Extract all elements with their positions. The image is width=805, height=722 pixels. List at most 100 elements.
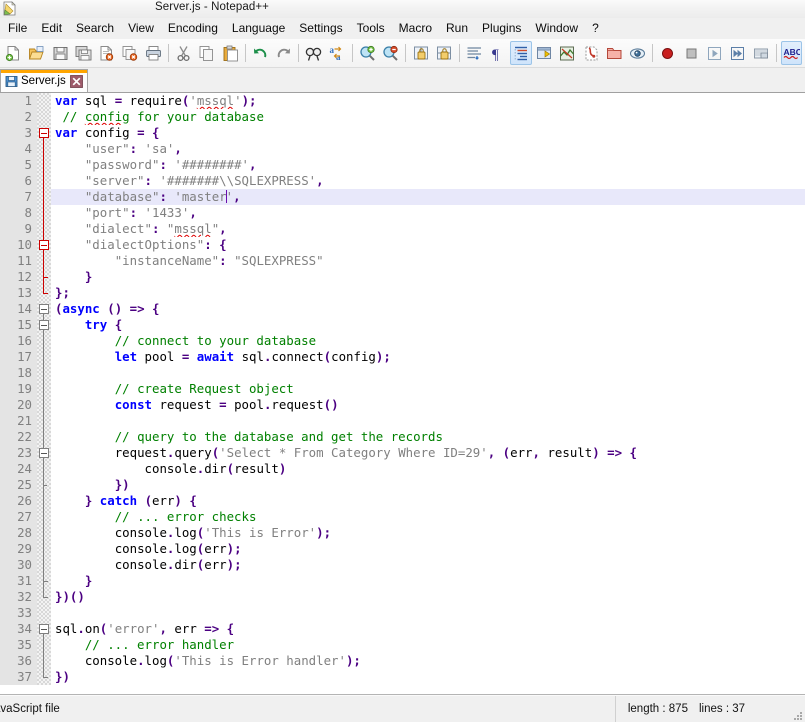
fold-margin[interactable] xyxy=(37,237,51,253)
find-icon[interactable] xyxy=(303,41,324,65)
macro-playback-multiple-icon[interactable] xyxy=(727,41,748,65)
replace-icon[interactable]: a a xyxy=(327,41,348,65)
macro-stop-icon[interactable] xyxy=(680,41,701,65)
close-file-icon[interactable] xyxy=(96,41,117,65)
code-line[interactable]: 15 try { xyxy=(0,317,805,333)
sync-vertical-scroll-icon[interactable] xyxy=(410,41,431,65)
new-file-icon[interactable] xyxy=(3,41,24,65)
menu-settings[interactable]: Settings xyxy=(292,19,349,38)
paste-icon[interactable] xyxy=(220,41,241,65)
menu-file[interactable]: File xyxy=(1,19,34,38)
macro-play-icon[interactable] xyxy=(704,41,725,65)
macro-save-icon[interactable] xyxy=(750,41,771,65)
fold-margin[interactable] xyxy=(37,557,51,573)
code-line[interactable]: 8 "port": '1433', xyxy=(0,205,805,221)
menu-language[interactable]: Language xyxy=(225,19,292,38)
print-icon[interactable] xyxy=(143,41,164,65)
menu-view[interactable]: View xyxy=(121,19,161,38)
fold-margin[interactable] xyxy=(37,365,51,381)
fold-margin[interactable] xyxy=(37,541,51,557)
fold-margin[interactable] xyxy=(37,269,51,285)
fold-margin[interactable] xyxy=(37,141,51,157)
code-line[interactable]: 12 } xyxy=(0,269,805,285)
code-line[interactable]: 11 "instanceName": "SQLEXPRESS" xyxy=(0,253,805,269)
code-line[interactable]: 4 "user": 'sa', xyxy=(0,141,805,157)
code-editor[interactable]: 1 var sql = require('mssql'); 2 // config … xyxy=(0,93,805,685)
tab-server-js[interactable]: Server.js xyxy=(0,69,88,92)
monitoring-icon[interactable] xyxy=(627,41,648,65)
spell-check-icon[interactable]: ABC xyxy=(780,41,802,65)
code-line[interactable]: 21 xyxy=(0,413,805,429)
menu-help[interactable]: ? xyxy=(585,19,606,38)
code-line[interactable]: 1 var sql = require('mssql'); xyxy=(0,93,805,109)
code-line[interactable]: 36 console.log('This is Error handler'); xyxy=(0,653,805,669)
user-defined-dialog-icon[interactable] xyxy=(534,41,555,65)
fold-margin[interactable] xyxy=(37,301,51,317)
fold-margin[interactable] xyxy=(37,461,51,477)
code-line[interactable]: 35 // ... error handler xyxy=(0,637,805,653)
code-line[interactable]: 2 // config for your database xyxy=(0,109,805,125)
document-map-icon[interactable] xyxy=(557,41,578,65)
fold-margin[interactable] xyxy=(37,285,51,301)
code-line[interactable]: 26 } catch (err) { xyxy=(0,493,805,509)
code-line[interactable]: 32})() xyxy=(0,589,805,605)
redo-icon[interactable] xyxy=(273,41,294,65)
cut-icon[interactable] xyxy=(173,41,194,65)
fold-margin[interactable] xyxy=(37,429,51,445)
code-line[interactable]: 29 console.log(err); xyxy=(0,541,805,557)
fold-margin[interactable] xyxy=(37,573,51,589)
menu-run[interactable]: Run xyxy=(439,19,475,38)
indent-guide-icon[interactable] xyxy=(510,41,532,65)
fold-margin[interactable] xyxy=(37,397,51,413)
menu-search[interactable]: Search xyxy=(69,19,121,38)
fold-margin[interactable] xyxy=(37,493,51,509)
folder-as-workspace-icon[interactable] xyxy=(604,41,625,65)
fold-margin[interactable] xyxy=(37,413,51,429)
fold-toggle-icon[interactable] xyxy=(39,320,49,330)
fold-margin[interactable] xyxy=(37,109,51,125)
menu-encoding[interactable]: Encoding xyxy=(161,19,225,38)
fold-margin[interactable] xyxy=(37,509,51,525)
fold-margin[interactable] xyxy=(37,605,51,621)
function-list-icon[interactable] xyxy=(580,41,601,65)
fold-margin[interactable] xyxy=(37,637,51,653)
menu-window[interactable]: Window xyxy=(528,19,585,38)
fold-margin[interactable] xyxy=(37,445,51,461)
code-line[interactable]: 3 var config = { xyxy=(0,125,805,141)
code-line[interactable]: 6 "server": '#######\\SQLEXPRESS', xyxy=(0,173,805,189)
code-line[interactable]: 25 }) xyxy=(0,477,805,493)
code-line[interactable]: 34 sql.on('error', err => { xyxy=(0,621,805,637)
code-line[interactable]: 9 "dialect": "mssql", xyxy=(0,221,805,237)
zoom-out-icon[interactable] xyxy=(380,41,401,65)
close-all-files-icon[interactable] xyxy=(119,41,140,65)
menu-edit[interactable]: Edit xyxy=(34,19,69,38)
close-icon[interactable] xyxy=(69,74,83,88)
fold-margin[interactable] xyxy=(37,477,51,493)
code-line[interactable]: 10 "dialectOptions": { xyxy=(0,237,805,253)
code-line[interactable]: 5 "password": '########', xyxy=(0,157,805,173)
fold-margin[interactable] xyxy=(37,349,51,365)
fold-toggle-icon[interactable] xyxy=(39,624,49,634)
fold-toggle-icon[interactable] xyxy=(39,448,49,458)
sync-horizontal-scroll-icon[interactable] xyxy=(434,41,455,65)
fold-margin[interactable] xyxy=(37,589,51,605)
zoom-in-icon[interactable] xyxy=(357,41,378,65)
fold-margin[interactable] xyxy=(37,381,51,397)
fold-margin[interactable] xyxy=(37,317,51,333)
code-line[interactable]: 31 } xyxy=(0,573,805,589)
fold-margin[interactable] xyxy=(37,653,51,669)
code-line[interactable]: 24 console.dir(result) xyxy=(0,461,805,477)
code-line[interactable]: 33 xyxy=(0,605,805,621)
code-line[interactable]: 37}) xyxy=(0,669,805,685)
fold-margin[interactable] xyxy=(37,333,51,349)
code-line[interactable]: 13}; xyxy=(0,285,805,301)
fold-margin[interactable] xyxy=(37,93,51,109)
code-line[interactable]: 23 request.query('Select * From Category… xyxy=(0,445,805,461)
fold-toggle-icon[interactable] xyxy=(39,240,49,250)
open-file-icon[interactable] xyxy=(26,41,47,65)
code-line[interactable]: 7 "database": 'master', xyxy=(0,189,805,205)
code-line[interactable]: 27 // ... error checks xyxy=(0,509,805,525)
fold-margin[interactable] xyxy=(37,173,51,189)
copy-icon[interactable] xyxy=(196,41,217,65)
save-icon[interactable] xyxy=(50,41,71,65)
